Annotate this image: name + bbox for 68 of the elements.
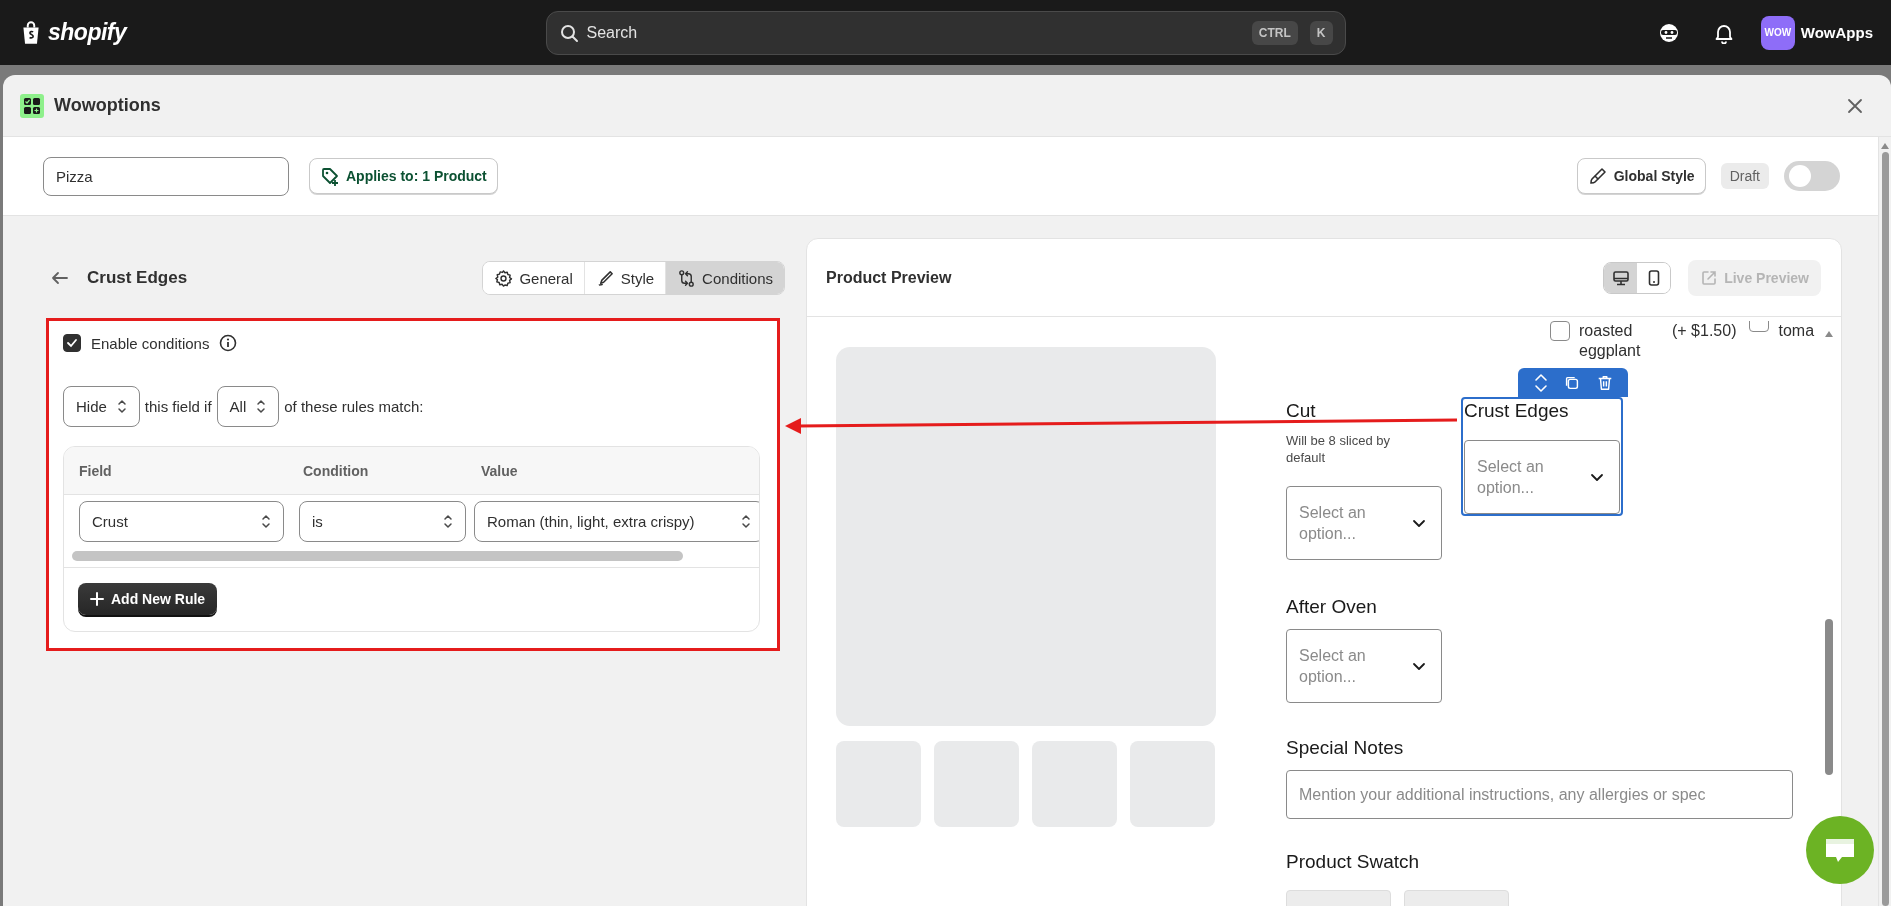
value-select[interactable]: Roman (thin, light, extra crispy) (474, 501, 759, 542)
option-label: roasted eggplant (1579, 321, 1642, 361)
column-header: Condition (303, 462, 370, 479)
search-icon (558, 22, 579, 43)
notes-field[interactable]: Mention your additional instructions, any allergies or spec (1286, 770, 1793, 819)
chevron-updown-icon (441, 513, 455, 530)
option-price: (+ $1.50) (1672, 321, 1737, 341)
info-icon[interactable] (219, 334, 238, 352)
move-icon[interactable] (1532, 372, 1549, 393)
app-grid-icon (20, 93, 44, 118)
tag-plus-icon (320, 166, 340, 186)
option-select[interactable]: Select an option... (1286, 486, 1442, 560)
name-field[interactable]: Pizza (43, 156, 289, 196)
option-select[interactable]: Select an option... (1464, 440, 1620, 514)
option-label: toma (1778, 321, 1815, 341)
chevron-updown-icon (259, 513, 273, 530)
rule-text: this field if (144, 398, 212, 415)
rule-text: of these rules match: (284, 398, 424, 415)
field-help-text: Will be 8 sliced by default (1286, 432, 1392, 466)
field-select[interactable]: Crust (79, 501, 284, 542)
store-avatar[interactable]: WOW (1760, 15, 1795, 50)
desktop-view-toggle[interactable] (1604, 262, 1638, 293)
modal-title: Wowoptions (54, 95, 162, 116)
status-badge: Draft (1720, 163, 1769, 189)
search-placeholder: Search (586, 23, 639, 42)
option-select[interactable]: Select an option... (1286, 629, 1442, 703)
store-name[interactable]: WowApps (1800, 24, 1873, 41)
field-title: Crust Edges (87, 268, 189, 288)
selected-field-frame[interactable]: Crust Edges Select an option... (1461, 397, 1623, 516)
external-link-icon (1700, 268, 1719, 287)
select-placeholder: Select an option... (1477, 457, 1545, 498)
horizontal-scrollbar[interactable] (72, 551, 683, 561)
field-label: Cut (1286, 399, 1317, 423)
field-label: Product Swatch (1286, 850, 1421, 874)
settings-icon (494, 268, 514, 288)
match-select[interactable]: All (216, 386, 280, 427)
swap-arrows-icon (677, 268, 697, 288)
select-placeholder: Select an option... (1299, 503, 1367, 544)
field-label: Crust Edges (1464, 399, 1570, 423)
column-header: Value (481, 462, 519, 479)
plus-icon (90, 592, 104, 606)
global-style-button[interactable]: Global Style (1576, 158, 1706, 194)
add-rule-button[interactable]: Add New Rule (78, 583, 218, 615)
checkmark-icon (66, 337, 78, 349)
field-label: Special Notes (1286, 736, 1405, 760)
applies-to-button[interactable]: Applies to: 1 Product (309, 158, 498, 194)
editor-tab[interactable]: Conditions (666, 262, 784, 294)
checkbox-label: Enable conditions (91, 334, 210, 352)
brand-name: shopify (48, 19, 127, 46)
shortcut-key: K (1309, 20, 1333, 45)
search-field[interactable]: Search CTRL K (545, 10, 1346, 55)
column-header: Field (79, 462, 113, 479)
checkbox[interactable] (1550, 321, 1570, 341)
desktop-icon (1611, 268, 1630, 287)
scroll-up-arrow[interactable] (1825, 331, 1833, 337)
condition-select[interactable]: is (299, 501, 466, 542)
field-label: After Oven (1286, 595, 1378, 619)
scrollbar-thumb[interactable] (1825, 619, 1833, 775)
chevron-updown-icon (739, 513, 753, 530)
editor-tab[interactable]: General (483, 262, 585, 294)
publish-toggle[interactable] (1784, 161, 1840, 191)
scrollbar-thumb[interactable] (1881, 152, 1889, 906)
shortcut-key: CTRL (1251, 20, 1298, 45)
brush-icon (1587, 166, 1608, 186)
select-placeholder: Select an option... (1299, 646, 1367, 687)
action-select[interactable]: Hide (63, 386, 140, 427)
checkbox[interactable] (63, 334, 81, 352)
panel-title: Product Preview (826, 268, 953, 287)
